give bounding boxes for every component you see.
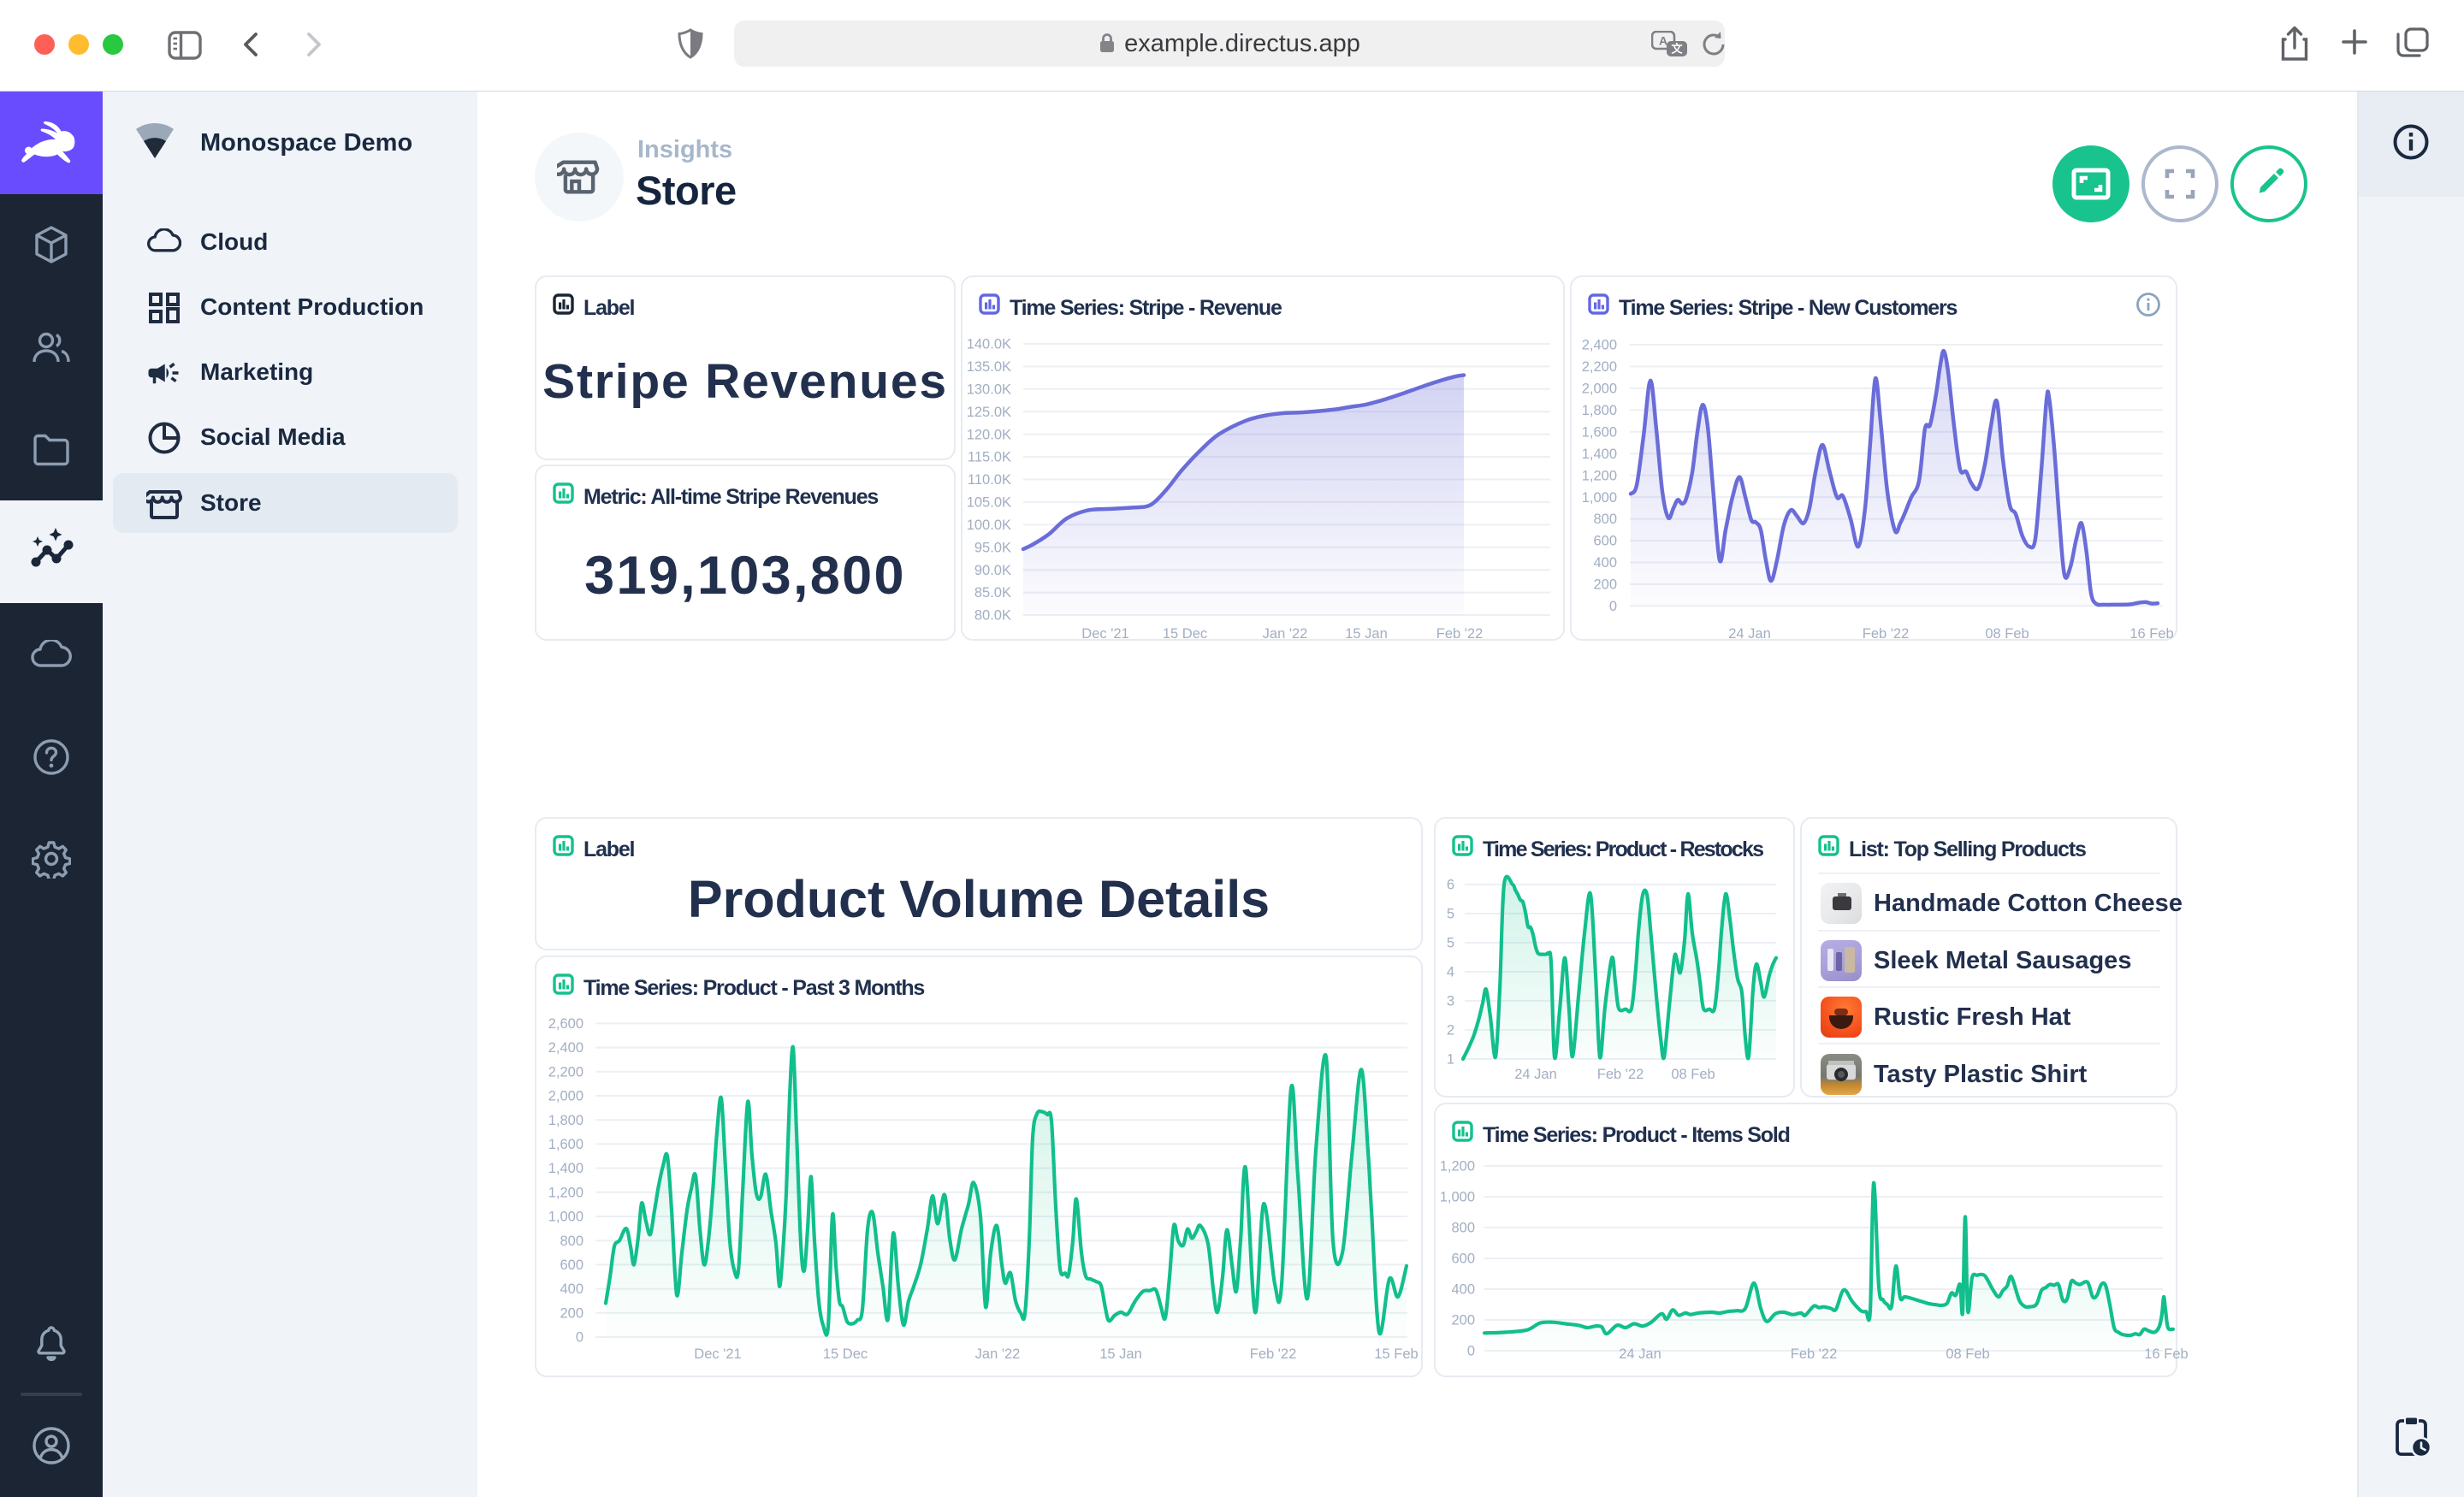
svg-text:A: A: [1659, 34, 1667, 48]
svg-text:文: 文: [1671, 43, 1683, 56]
